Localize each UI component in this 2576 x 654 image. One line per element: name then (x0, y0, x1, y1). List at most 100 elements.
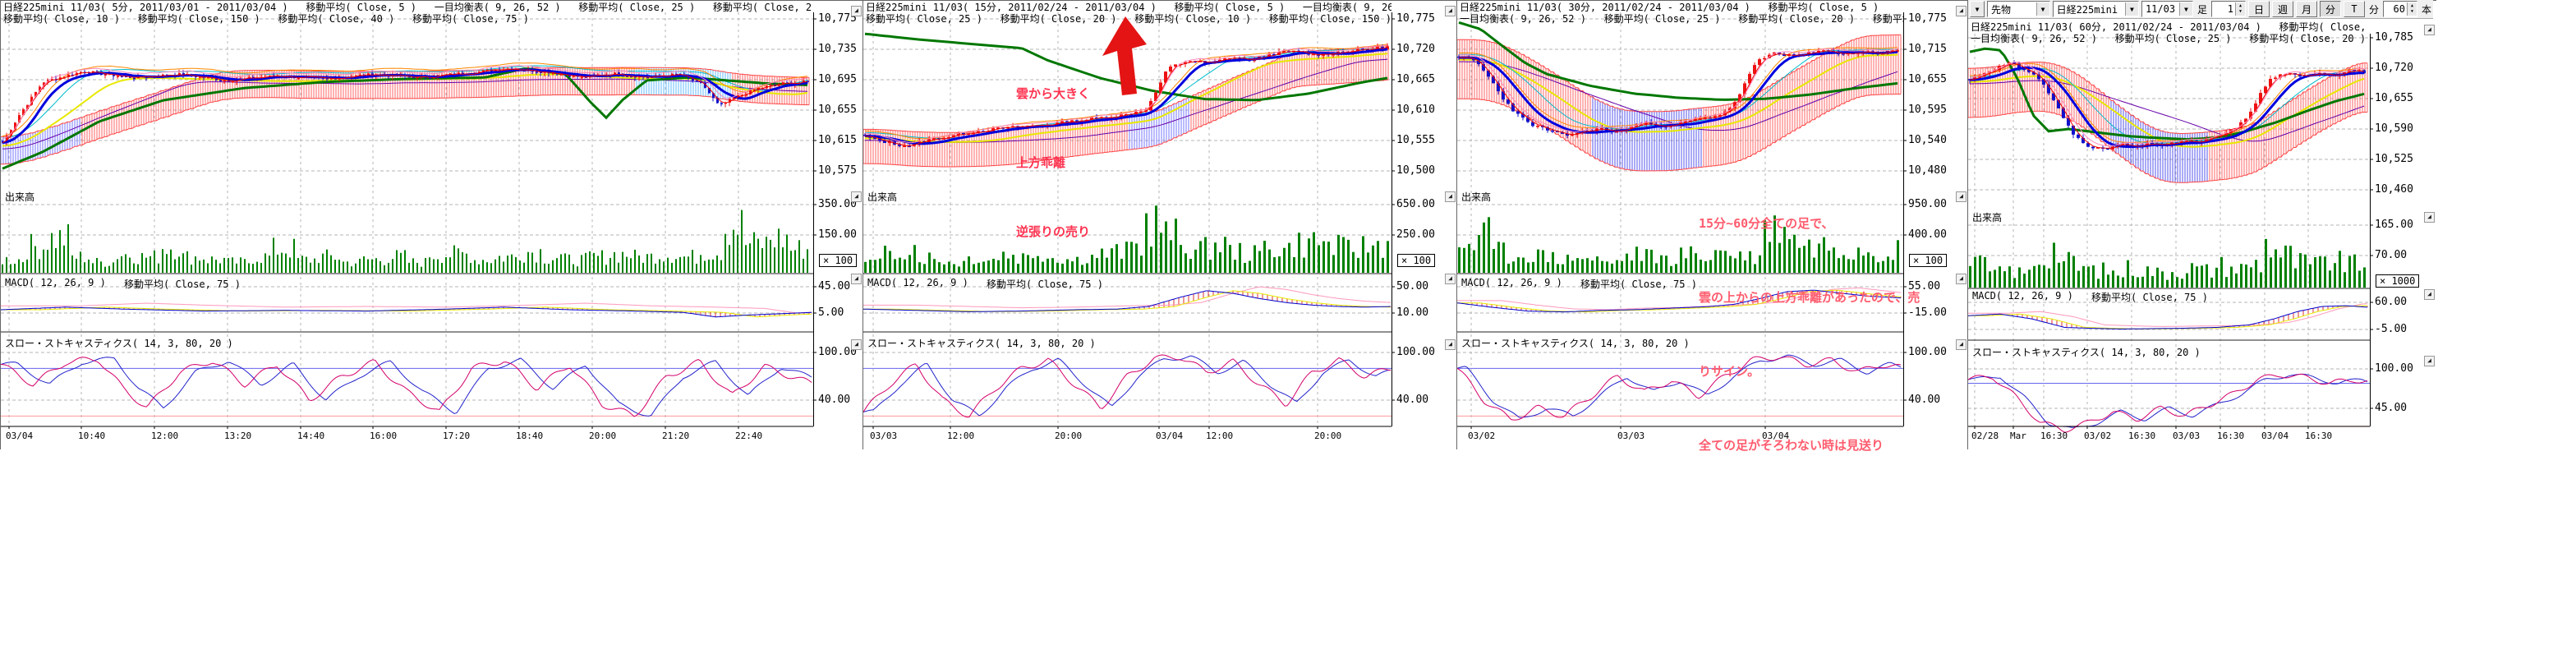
volume-axis-label: 150.00 (818, 228, 857, 241)
volume-axis-label: 165.00 (2375, 219, 2413, 231)
chart-header-line2: 移動平均( Close, 10 ) 移動平均( Close, 150 ) 移動平… (3, 13, 812, 25)
pane-corner-icon[interactable]: ◢ (2424, 25, 2435, 35)
chevron-down-icon[interactable]: ▼ (2125, 2, 2138, 16)
pane-corner-icon[interactable]: ◢ (1956, 6, 1966, 16)
time-axis-label: 16:30 (2040, 431, 2068, 441)
chart-panel-5min: 日経225mini 11/03( 5分, 2011/03/01 - 2011/0… (0, 0, 863, 449)
chart-header-line2: 一目均衡表( 9, 26, 52 ) 移動平均( Close, 25 ) 移動平… (1971, 33, 2371, 44)
price-axis-label: 10,655 (818, 104, 857, 116)
pane-corner-icon[interactable]: ◢ (1445, 339, 1456, 350)
time-axis-label: 13:20 (224, 431, 251, 441)
macd-axis-label: -5.00 (2375, 323, 2407, 335)
macd-ma-title: 移動平均( Close, 75 ) (124, 277, 241, 291)
period-month-button[interactable]: 月 (2296, 1, 2317, 17)
chevron-down-icon[interactable]: ▼ (2036, 2, 2049, 16)
price-axis-label: 10,735 (818, 43, 857, 55)
volume-pane-title: 出来高 (1972, 210, 2002, 224)
stoch-axis-label: 40.00 (818, 394, 850, 406)
pane-corner-icon[interactable]: ◢ (1445, 6, 1456, 16)
stoch-axis-label: 100.00 (2375, 362, 2413, 375)
interval-spinner[interactable]: 1 ▲▼ (2211, 1, 2246, 17)
chart-canvas[interactable] (1, 1, 863, 449)
chart-panel-15min: 日経225mini 11/03( 15分, 2011/02/24 - 2011/… (862, 0, 1457, 449)
chart-toolbar: ▼ 先物 ▼ 日経225mini ▼ 11/03 ▼ 足 1 ▲▼ 日 週 月 … (1968, 0, 2433, 19)
instrument-select[interactable]: 日経225mini ▼ (2053, 1, 2139, 17)
pane-corner-icon[interactable]: ◢ (1445, 191, 1456, 202)
volume-axis-label: 70.00 (2375, 249, 2407, 261)
time-axis-label: 16:30 (2217, 431, 2244, 441)
instrument-value: 日経225mini (2054, 2, 2122, 16)
annotation-panel3: 15分~60分全ての足で、 雲の上からの上方乖離があったので、売 りサイン。 全… (1699, 162, 1920, 507)
time-axis-label: 02/28 (1971, 431, 1999, 441)
pane-corner-icon[interactable]: ◢ (2424, 356, 2435, 366)
chart-area-5min[interactable] (1, 1, 863, 449)
macd-ma-title: 移動平均( Close, 75 ) (1580, 277, 1697, 291)
window-menu-button[interactable]: ▼ (1970, 1, 1985, 17)
period-tick-button[interactable]: T (2344, 1, 2365, 17)
pane-corner-icon[interactable]: ◢ (851, 274, 862, 284)
minute-label: 分 (2367, 2, 2380, 16)
chart-header-line1: 日経225mini 11/03( 60分, 2011/02/24 - 2011/… (1971, 21, 2371, 33)
pane-corner-icon[interactable]: ◢ (1956, 339, 1966, 350)
price-axis-label: 10,540 (1908, 134, 1947, 146)
stoch-pane-title: スロー・ストキャスティクス( 14, 3, 80, 20 ) (5, 336, 233, 350)
time-axis-label: 12:00 (1206, 431, 1233, 441)
pane-corner-icon[interactable]: ◢ (851, 339, 862, 350)
time-axis-label: 03/02 (1468, 431, 1495, 441)
time-axis-label: 14:40 (297, 431, 324, 441)
price-axis-label: 10,500 (1396, 164, 1435, 177)
macd-ma-title: 移動平均( Close, 75 ) (2091, 290, 2208, 304)
spinner-arrows-icon[interactable]: ▲▼ (2407, 2, 2417, 16)
chevron-down-icon[interactable]: ▼ (2179, 2, 2192, 16)
pane-corner-icon[interactable]: ◢ (1956, 191, 1966, 202)
time-axis-label: 03/04 (6, 431, 33, 441)
minute-spinner[interactable]: 60 ▲▼ (2383, 1, 2417, 17)
time-axis-label: 16:30 (2128, 431, 2155, 441)
chart-panel-60min: 日経225mini 11/03( 60分, 2011/02/24 - 2011/… (1967, 0, 2436, 449)
pane-corner-icon[interactable]: ◢ (851, 191, 862, 202)
minute-value: 60 (2387, 3, 2407, 15)
period-week-button[interactable]: 週 (2272, 1, 2293, 17)
pane-corner-icon[interactable]: ◢ (851, 6, 862, 16)
macd-axis-label: 50.00 (1396, 280, 1428, 292)
time-axis-label: 16:00 (370, 431, 397, 441)
chart-area-60min[interactable] (1968, 1, 2436, 449)
time-axis-label: 16:30 (2305, 431, 2332, 441)
chart-header-line1: 日経225mini 11/03( 30分, 2011/02/24 - 2011/… (1460, 2, 1903, 13)
ashi-label: 足 (2196, 2, 2209, 16)
time-axis-label: 21:20 (662, 431, 689, 441)
macd-axis-label: 5.00 (818, 306, 844, 319)
pane-corner-icon[interactable]: ◢ (1956, 274, 1966, 284)
macd-pane-title: MACD( 12, 26, 9 ) (1972, 290, 2073, 302)
volume-multiplier-badge: × 100 (1397, 254, 1435, 267)
bars-label: 本 (2420, 2, 2433, 16)
annotation-panel2: 雲から大きく 上方乖離 逆張りの売り (1016, 36, 1090, 289)
time-axis-label: 03/03 (870, 431, 897, 441)
chart-header-line1: 日経225mini 11/03( 15分, 2011/02/24 - 2011/… (866, 2, 1392, 13)
chart-canvas[interactable] (863, 1, 1457, 449)
instrument-type-select[interactable]: 先物 ▼ (1987, 1, 2050, 17)
pane-corner-icon[interactable]: ◢ (1445, 274, 1456, 284)
time-axis-label: 18:40 (516, 431, 543, 441)
period-minute-button[interactable]: 分 (2320, 1, 2341, 17)
macd-axis-label: 45.00 (818, 280, 850, 292)
pane-corner-icon[interactable]: ◢ (2424, 289, 2435, 300)
price-axis-label: 10,785 (2375, 31, 2413, 44)
interval-value: 1 (2215, 3, 2235, 15)
time-axis-label: 22:40 (735, 431, 762, 441)
chart-area-15min[interactable] (863, 1, 1457, 449)
chart-canvas[interactable] (1968, 1, 2436, 449)
macd-axis-label: 60.00 (2375, 296, 2407, 308)
price-axis-label: 10,610 (1396, 104, 1435, 116)
period-day-button[interactable]: 日 (2248, 1, 2270, 17)
price-axis-label: 10,695 (818, 73, 857, 85)
time-axis-label: 20:00 (589, 431, 616, 441)
trading-app-screen: 日経225mini 11/03( 5分, 2011/03/01 - 2011/0… (0, 0, 2576, 654)
spinner-arrows-icon[interactable]: ▲▼ (2235, 2, 2245, 16)
pane-corner-icon[interactable]: ◢ (2424, 212, 2435, 223)
stoch-pane-title: スロー・ストキャスティクス( 14, 3, 80, 20 ) (1972, 345, 2201, 359)
annotation-line: 雲の上からの上方乖離があったので、売 (1699, 285, 1920, 310)
instrument-type-value: 先物 (1988, 2, 2014, 16)
macd-pane-title: MACD( 12, 26, 9 ) (1461, 277, 1562, 288)
contract-month-select[interactable]: 11/03 ▼ (2141, 1, 2193, 17)
